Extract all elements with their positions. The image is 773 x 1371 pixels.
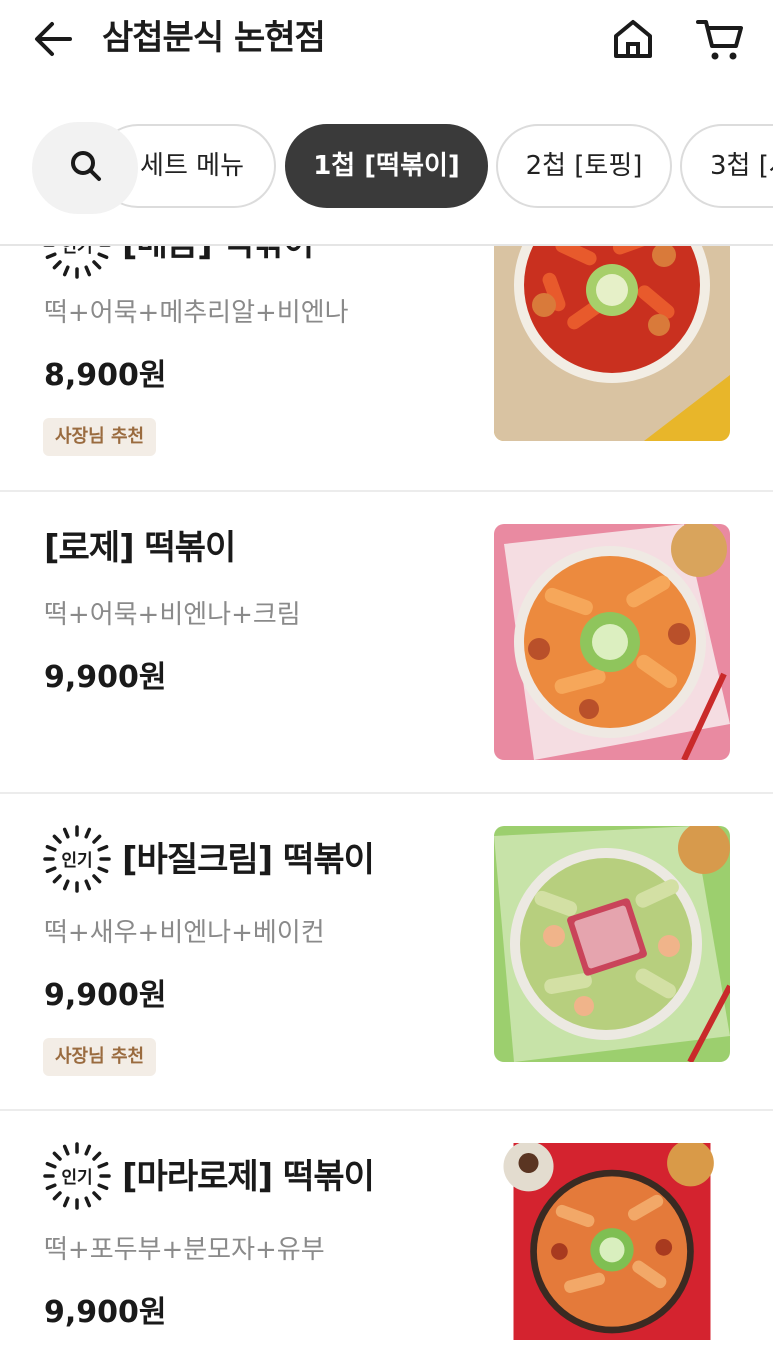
owner-recommend-badge: 사장님 추천: [43, 1038, 157, 1076]
menu-search-button[interactable]: [32, 122, 138, 214]
store-title: 삼첩분식 논현점: [102, 18, 326, 58]
top-app-bar: 삼첩분식 논현점: [0, 0, 773, 92]
home-icon[interactable]: [608, 14, 658, 64]
menu-item[interactable]: 인기 [바질크림] 떡볶이 떡+새우+비엔나+베이컨 9,900원 사장님 추천: [0, 794, 773, 1111]
menu-item[interactable]: [로제] 떡볶이 떡+어묵+비엔나+크림 9,900원: [0, 492, 773, 794]
menu-item-description: 떡+어묵+메추리알+비엔나: [44, 298, 349, 328]
menu-item-description: 떡+새우+비엔나+베이컨: [44, 918, 325, 948]
menu-item-photo: [503, 1143, 714, 1340]
svg-text:인기: 인기: [61, 851, 92, 871]
svg-text:인기: 인기: [61, 1168, 92, 1188]
menu-item-price: 9,900원: [44, 1295, 167, 1330]
back-arrow-icon[interactable]: [30, 16, 76, 62]
popular-badge-icon: 인기: [43, 1142, 111, 1210]
menu-item-price: 9,900원: [44, 978, 167, 1013]
menu-item-price: 8,900원: [44, 358, 167, 393]
menu-item-name: [마라로제] 떡볶이: [122, 1157, 375, 1197]
menu-item-photo: [494, 826, 730, 1062]
tab-2cheop-topping[interactable]: 2첩 [토핑]: [496, 124, 672, 208]
tab-1cheop-tteokbokki[interactable]: 1첩 [떡볶이]: [285, 124, 488, 208]
menu-item-price: 9,900원: [44, 660, 167, 695]
tab-3cheop[interactable]: 3첩 [사: [680, 124, 773, 208]
category-tabs: 세트 메뉴 1첩 [떡볶이] 2첩 [토핑] 3첩 [사: [0, 92, 773, 246]
menu-item-name: [로제] 떡볶이: [44, 528, 236, 568]
menu-item-photo: [494, 524, 730, 760]
menu-item[interactable]: 인기 [마라로제] 떡볶이 떡+포두부+분모자+유부 9,900원: [0, 1111, 773, 1371]
owner-recommend-badge: 사장님 추천: [43, 418, 157, 456]
search-icon: [71, 151, 101, 181]
popular-badge-icon: 인기: [43, 825, 111, 893]
cart-icon[interactable]: [694, 14, 746, 64]
menu-item-description: 떡+어묵+비엔나+크림: [44, 600, 301, 630]
menu-item-description: 떡+포두부+분모자+유부: [44, 1235, 325, 1265]
menu-item-name: [바질크림] 떡볶이: [122, 840, 375, 880]
